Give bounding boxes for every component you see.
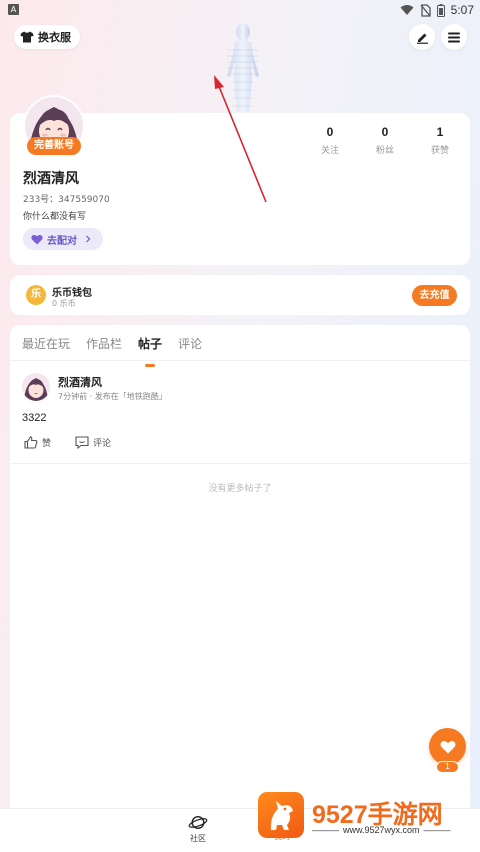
app-notification-icon: A [8, 4, 19, 15]
status-bar: A 5:07 [0, 0, 480, 20]
bio: 你什么都没有写 [23, 212, 87, 222]
profile-tabs: 最近在玩 作品栏 帖子 评论 [22, 335, 202, 367]
comment-button[interactable]: 评论 [75, 436, 111, 449]
followers-stat[interactable]: 0 粉丝 [365, 125, 405, 156]
nav-community-label: 社区 [190, 834, 206, 843]
following-label: 关注 [320, 146, 339, 156]
floating-heart-button[interactable] [429, 728, 466, 765]
complete-account-badge[interactable]: 完善账号 [27, 137, 81, 155]
following-stat[interactable]: 0 关注 [310, 125, 350, 156]
profile-stats: 0 关注 0 粉丝 1 获赞 [310, 125, 460, 161]
post-divider [10, 463, 470, 464]
like-label: 赞 [42, 439, 52, 449]
hamburger-icon [448, 32, 460, 42]
clock: 5:07 [450, 3, 474, 17]
watermark-logo [258, 792, 304, 838]
recharge-button[interactable]: 去充值 [412, 285, 457, 306]
tab-recently-played[interactable]: 最近在玩 [22, 335, 70, 361]
user-id: 233号：347559070 [23, 195, 110, 205]
watermark-url-text: www.9527wyx.com [343, 825, 420, 835]
no-sim-icon [420, 3, 431, 17]
likes-count: 1 [436, 125, 444, 139]
wallet-balance: 0 乐币 [52, 299, 76, 308]
watermark: 9527手游网 ——— www.9527wyx.com ——— [258, 792, 470, 840]
no-more-posts: 没有更多帖子了 [208, 484, 272, 494]
heart-count-badge: 1 [436, 761, 459, 773]
battery-icon [436, 3, 445, 17]
status-icons: 5:07 [400, 2, 474, 18]
edit-profile-button[interactable] [409, 24, 435, 50]
like-button[interactable]: 赞 [24, 436, 51, 449]
thumbs-up-icon [24, 436, 38, 449]
tab-posts[interactable]: 帖子 [138, 335, 162, 367]
red-arrow-annotation [214, 75, 267, 203]
go-match-label: 去配对 [47, 235, 77, 247]
menu-button[interactable] [441, 24, 467, 50]
nickname: 烈酒清风 [23, 171, 79, 187]
post-body[interactable]: 3322 [22, 412, 46, 424]
change-outfit-label: 换衣服 [38, 31, 71, 44]
coin-icon: 乐 [26, 285, 46, 305]
watermark-url: ——— www.9527wyx.com ——— [312, 825, 451, 835]
heart-icon [31, 234, 43, 244]
tabs-divider [10, 360, 470, 361]
comment-label: 评论 [93, 439, 112, 449]
tab-works[interactable]: 作品栏 [86, 335, 122, 361]
heart-icon [440, 740, 455, 753]
tab-comments[interactable]: 评论 [178, 335, 202, 361]
post-author-name[interactable]: 烈酒清风 [58, 374, 102, 390]
nav-community[interactable]: 社区 [178, 814, 218, 844]
planet-icon [188, 815, 208, 830]
post-author-avatar[interactable] [22, 373, 50, 401]
followers-count: 0 [381, 125, 389, 139]
wifi-icon [400, 5, 414, 15]
change-outfit-button[interactable]: 换衣服 [14, 25, 80, 49]
post-meta: 7分钟前 · 发布在「地铁跑酷」 [58, 392, 167, 401]
following-count: 0 [326, 125, 334, 139]
horse-icon [270, 801, 293, 830]
followers-label: 粉丝 [375, 146, 394, 156]
comment-icon [75, 436, 89, 449]
wallet-title: 乐币钱包 [52, 288, 92, 299]
likes-label: 获赞 [430, 146, 449, 156]
likes-stat[interactable]: 1 获赞 [420, 125, 460, 156]
go-match-button[interactable]: 去配对 [23, 228, 103, 250]
pencil-icon [416, 33, 428, 44]
chevron-right-icon [86, 235, 91, 243]
tshirt-icon [20, 31, 34, 43]
